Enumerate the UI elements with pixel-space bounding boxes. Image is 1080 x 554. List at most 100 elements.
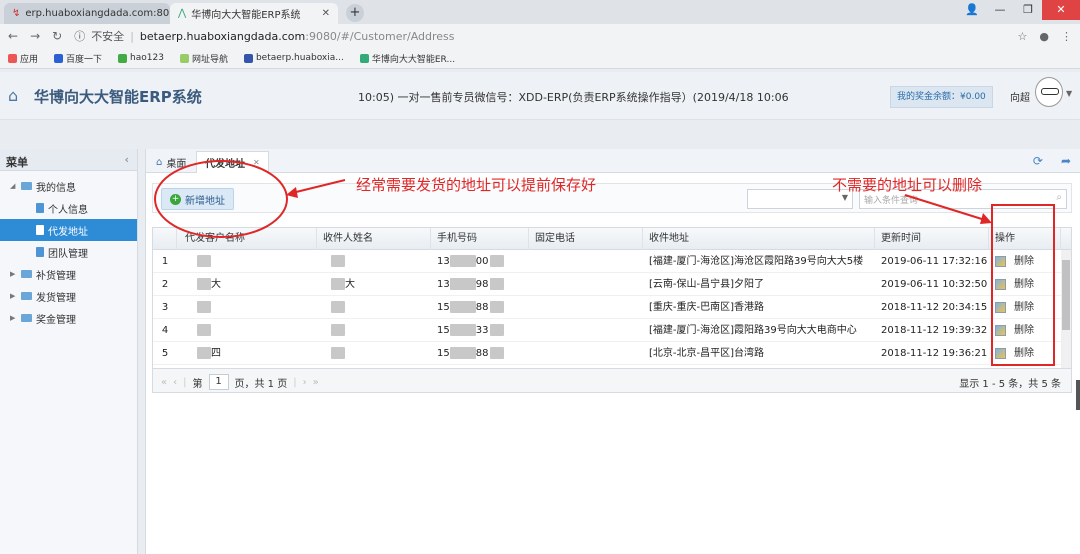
betaerp-icon (243, 53, 253, 63)
page-number-input[interactable]: 1 (208, 374, 229, 390)
grid-scrollbar[interactable] (1061, 250, 1071, 368)
table-row[interactable]: 1 13 00 [福建-厦门-海沧区]海沧区霞阳路39号向大大5楼 2019-06… (153, 250, 1071, 273)
sidebar-item-shipping[interactable]: ▶ 发货管理 (0, 285, 137, 307)
profile-icon[interactable]: 👤 (958, 0, 986, 20)
actions-cell: 删除 (989, 319, 1061, 342)
sidebar-item-label: 发货管理 (36, 292, 76, 304)
table-row[interactable]: 4 15 33 [福建-厦门-海沧区]霞阳路39号向大大电商中心 2018-11-… (153, 319, 1071, 342)
scrollbar-thumb[interactable] (1062, 260, 1070, 330)
edit-icon[interactable] (995, 278, 1006, 290)
folder-icon (21, 314, 32, 322)
col-receiver[interactable]: 收件人姓名 (317, 228, 431, 250)
col-customer[interactable]: 代发客户名称 (177, 228, 317, 250)
next-page-icon[interactable]: › (303, 377, 307, 388)
col-address[interactable]: 收件地址 (643, 228, 875, 250)
back-icon[interactable]: ← (8, 29, 18, 43)
edit-icon[interactable] (995, 255, 1006, 267)
avatar[interactable] (1035, 77, 1063, 107)
bookmark-baidu[interactable]: 百度一下 (54, 52, 102, 65)
close-window-icon[interactable]: ✕ (1042, 0, 1080, 20)
table-row[interactable]: 3 15 88 [重庆-重庆-巴南区]香港路 2018-11-12 20:34:1… (153, 296, 1071, 319)
redacted-block (197, 278, 211, 290)
bookmark-apps[interactable]: 应用 (8, 52, 38, 65)
redacted-block (490, 278, 505, 290)
sidebar-item-label: 个人信息 (48, 204, 88, 216)
grid-header: 代发客户名称 收件人姓名 手机号码 固定电话 收件地址 更新时间 操作 (153, 228, 1071, 250)
table-row[interactable]: 2 大 大 13 98 [云南-保山-昌宁县]夕阳了 2019-06-11 10:… (153, 273, 1071, 296)
sidebar-item-dropship-address[interactable]: 代发地址 (0, 219, 137, 241)
prev-page-icon[interactable]: ‹ (173, 377, 177, 388)
add-address-button[interactable]: + 新增地址 (161, 188, 234, 210)
delete-button[interactable]: 删除 (1014, 302, 1034, 313)
tab-desktop[interactable]: ⌂ 桌面 (148, 151, 194, 173)
close-icon[interactable]: ✕ (253, 158, 260, 167)
browser-tab-erp[interactable]: ↯ erp.huaboxiangdada.com:8090/ ✕ (4, 3, 170, 24)
sidebar-item-label: 奖金管理 (36, 314, 76, 326)
maximize-icon[interactable]: ❐ (1014, 0, 1042, 20)
bookmark-star-icon[interactable]: ☆ (1018, 30, 1028, 43)
col-rownum (153, 228, 177, 250)
forward-icon[interactable]: → (30, 29, 40, 43)
sidebar-item-label: 代发地址 (48, 226, 88, 238)
delete-button[interactable]: 删除 (1014, 279, 1034, 290)
share-icon[interactable]: ➦ (1061, 154, 1071, 168)
redacted-block (449, 301, 476, 313)
sidebar-item-team-management[interactable]: 团队管理 (0, 241, 137, 263)
document-icon (36, 203, 44, 213)
receiver-cell (317, 319, 431, 342)
sidebar-item-restock[interactable]: ▶ 补货管理 (0, 263, 137, 285)
sidebar-item-bonus[interactable]: ▶ 奖金管理 (0, 307, 137, 329)
reload-icon[interactable]: ↻ (52, 29, 62, 43)
sidebar-item-personal-info[interactable]: 个人信息 (0, 197, 137, 219)
col-updated[interactable]: 更新时间 (875, 228, 989, 250)
sidebar-header: 菜单 ‹ (0, 149, 137, 171)
user-name[interactable]: 向超 (1010, 89, 1030, 104)
url-field[interactable]: ⓘ 不安全 | betaerp.huaboxiangdada.com:9080/… (74, 28, 1005, 44)
close-tab-icon[interactable]: ✕ (322, 8, 330, 19)
customer-cell: 四 (177, 342, 317, 365)
address-grid: 代发客户名称 收件人姓名 手机号码 固定电话 收件地址 更新时间 操作 1 13… (152, 227, 1072, 393)
last-page-icon[interactable]: » (313, 377, 319, 388)
account-icon[interactable]: ● (1039, 30, 1049, 43)
collapsed-triangle-icon: ▶ (10, 314, 16, 322)
col-tel[interactable]: 固定电话 (529, 228, 643, 250)
refresh-icon[interactable]: ⟳ (1033, 154, 1043, 168)
minimize-icon[interactable]: — (986, 0, 1014, 20)
edit-icon[interactable] (995, 347, 1006, 359)
info-icon[interactable]: ⓘ (74, 28, 85, 44)
app-header: ⌂ 华博向大大智能ERP系统 10:05) 一对一售前专员微信号：XDD-ERP… (0, 72, 1080, 120)
delete-button[interactable]: 删除 (1014, 348, 1034, 359)
tab-dropship-address[interactable]: 代发地址 ✕ (196, 151, 269, 173)
delete-button[interactable]: 删除 (1014, 256, 1034, 267)
page-scrollbar[interactable] (1076, 380, 1080, 410)
url-separator: | (130, 29, 134, 43)
bookmark-nav[interactable]: 网址导航 (179, 52, 228, 65)
home-icon[interactable]: ⌂ (8, 86, 18, 105)
bonus-balance[interactable]: 我的奖金余额：¥0.00 (890, 86, 993, 108)
sidebar-item-my-info[interactable]: ◢ 我的信息 (0, 175, 137, 197)
col-actions: 操作 (989, 228, 1061, 250)
search-icon[interactable]: ⌕ (1056, 192, 1062, 203)
address-cell: [北京-北京-昌平区]台湾路 (649, 348, 765, 359)
chevron-down-icon[interactable]: ▼ (1066, 89, 1072, 98)
edit-icon[interactable] (995, 301, 1006, 313)
collapse-icon[interactable]: ‹ (124, 153, 129, 166)
table-row[interactable]: 5 四 15 88 [北京-北京-昌平区]台湾路 2018-11-12 19:36… (153, 342, 1071, 365)
edit-icon[interactable] (995, 324, 1006, 336)
redacted-block (449, 255, 476, 267)
new-tab-button[interactable]: + (346, 4, 364, 22)
pager-separator: | (293, 376, 297, 388)
bookmark-hao123[interactable]: hao123 (118, 53, 164, 63)
sidebar-title: 菜单 (6, 156, 28, 169)
browser-tab-app[interactable]: ⋀ 华博向大大智能ERP系统 ✕ (170, 3, 338, 24)
delete-button[interactable]: 删除 (1014, 325, 1034, 336)
bookmark-erp[interactable]: 华博向大大智能ER... (359, 52, 455, 65)
menu-icon[interactable]: ⋮ (1061, 30, 1072, 43)
actions-cell: 删除 (989, 296, 1061, 319)
bookmarks-bar: 应用 百度一下 hao123 网址导航 betaerp.huaboxia... … (0, 48, 1080, 69)
home-icon: ⌂ (156, 156, 163, 168)
bookmark-betaerp[interactable]: betaerp.huaboxia... (243, 53, 344, 63)
page-label-pre: 第 (192, 378, 203, 390)
first-page-icon[interactable]: « (161, 377, 167, 388)
col-phone[interactable]: 手机号码 (431, 228, 529, 250)
